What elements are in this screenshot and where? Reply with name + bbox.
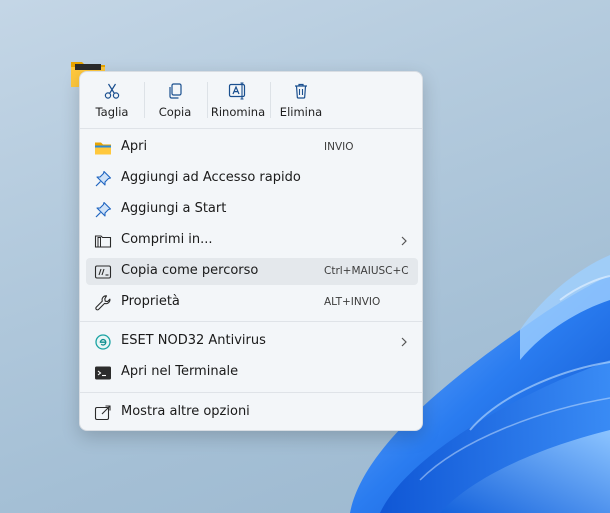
menu-divider	[80, 392, 422, 393]
rename-label: Rinomina	[210, 105, 266, 119]
folder-icon	[95, 142, 111, 155]
pin-icon	[95, 201, 112, 218]
wrench-icon	[95, 295, 111, 311]
chevron-right-icon	[401, 337, 407, 347]
trash-icon	[295, 83, 307, 99]
menu-divider	[80, 321, 422, 322]
menu-item-copy-path[interactable]: Copia come percorso Ctrl+MAIUSC+C	[86, 258, 418, 285]
pin-icon	[95, 170, 112, 187]
menu-item-shortcut: INVIO	[324, 141, 354, 153]
menu-item-compress[interactable]: Comprimi in...	[86, 227, 418, 254]
cut-button[interactable]: Taglia	[82, 78, 142, 124]
menu-item-pin-start[interactable]: Aggiungi a Start	[86, 196, 418, 223]
rename-icon	[228, 82, 246, 100]
menu-item-shortcut: Ctrl+MAIUSC+C	[324, 265, 409, 277]
archive-icon	[94, 235, 112, 248]
menu-item-terminal[interactable]: Apri nel Terminale	[86, 359, 418, 386]
menu-item-label: Apri nel Terminale	[121, 364, 239, 379]
copy-label: Copia	[158, 105, 192, 119]
path-icon	[94, 265, 112, 279]
context-menu: Taglia Copia Rinomina Elimina Apri INVIO…	[79, 71, 423, 431]
chevron-right-icon	[401, 236, 407, 246]
menu-item-open[interactable]: Apri INVIO	[86, 134, 418, 161]
more-options-icon	[94, 405, 111, 421]
menu-item-eset[interactable]: ESET NOD32 Antivirus	[86, 328, 418, 355]
delete-label: Elimina	[279, 105, 323, 119]
context-menu-toolbar: Taglia Copia Rinomina Elimina	[80, 72, 422, 128]
menu-item-label: Comprimi in...	[121, 232, 213, 247]
scissors-icon	[104, 83, 120, 99]
cut-label: Taglia	[95, 105, 129, 119]
menu-item-label: ESET NOD32 Antivirus	[121, 333, 266, 348]
copy-icon	[169, 83, 182, 99]
menu-item-label: Aggiungi ad Accesso rapido	[121, 170, 301, 185]
menu-item-quick-access[interactable]: Aggiungi ad Accesso rapido	[86, 165, 418, 192]
eset-icon	[95, 334, 111, 350]
delete-button[interactable]: Elimina	[271, 78, 331, 124]
menu-item-properties[interactable]: Proprietà ALT+INVIO	[86, 289, 418, 316]
menu-item-shortcut: ALT+INVIO	[324, 296, 381, 308]
menu-item-label: Copia come percorso	[121, 263, 259, 278]
rename-button[interactable]: Rinomina	[208, 78, 268, 124]
menu-item-label: Mostra altre opzioni	[121, 404, 250, 419]
menu-item-label: Aggiungi a Start	[121, 201, 227, 216]
menu-item-more-options[interactable]: Mostra altre opzioni	[86, 399, 418, 426]
terminal-icon	[95, 366, 111, 380]
copy-button[interactable]: Copia	[145, 78, 205, 124]
menu-item-label: Proprietà	[121, 294, 180, 309]
menu-item-label: Apri	[121, 139, 148, 154]
menu-divider	[80, 128, 422, 129]
